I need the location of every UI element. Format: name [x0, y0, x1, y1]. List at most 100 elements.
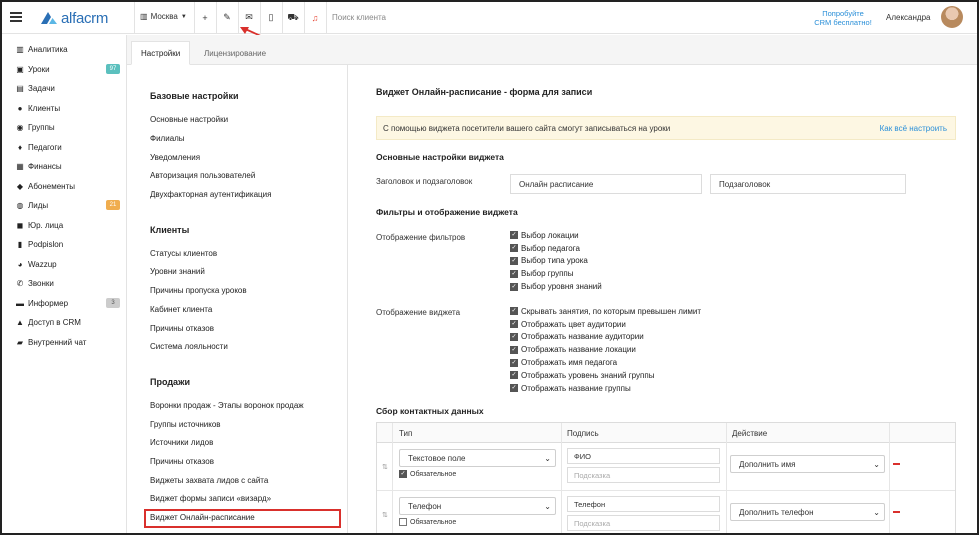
- type-select[interactable]: Телефон ⌄: [399, 497, 556, 515]
- tab-licensing[interactable]: Лицензирование: [195, 41, 275, 65]
- section-heading: Базовые настройки: [150, 91, 239, 101]
- settings-link[interactable]: Кабинет клиента: [150, 305, 212, 314]
- checkbox-option[interactable]: ✓ Выбор уровня знаний: [510, 280, 602, 293]
- sidebar-item[interactable]: ▣ Уроки 97: [2, 60, 126, 80]
- chevron-down-icon: ▼: [180, 13, 187, 20]
- table-row: ⇅ Текстовое поле ⌄ ✓ Обязательное ФИО По…: [377, 443, 955, 491]
- settings-link[interactable]: Уровни знаний: [150, 267, 205, 276]
- sidebar-item[interactable]: ▤ Задачи: [2, 79, 126, 99]
- avatar[interactable]: [941, 6, 963, 28]
- sidebar-item[interactable]: ◼ Юр. лица: [2, 216, 126, 236]
- sidebar-item[interactable]: ▮ Podpislon: [2, 235, 126, 255]
- checkbox-option[interactable]: ✓ Отображать название аудитории: [510, 331, 701, 344]
- settings-link[interactable]: Виджеты захвата лидов с сайта: [150, 476, 268, 485]
- page-title: Виджет Онлайн-расписание - форма для зап…: [376, 87, 593, 97]
- checkbox-label: Отображать цвет аудитории: [521, 319, 626, 329]
- settings-link[interactable]: Источники лидов: [150, 438, 213, 447]
- type-select-value: Текстовое поле: [408, 453, 466, 463]
- document-icon: ▮: [17, 240, 23, 250]
- how-to-link[interactable]: Как всё настроить: [880, 124, 947, 133]
- settings-link[interactable]: Уведомления: [150, 153, 200, 162]
- required-checkbox[interactable]: ✓ Обязательное: [399, 470, 456, 478]
- sidebar-item[interactable]: ◆ Абонементы: [2, 177, 126, 197]
- checkbox-option[interactable]: ✓ Отображать название локации: [510, 343, 701, 356]
- tab-settings[interactable]: Настройки: [131, 41, 191, 65]
- settings-link[interactable]: Авторизация пользователей: [150, 171, 255, 180]
- sidebar-item[interactable]: ◉ Группы: [2, 118, 126, 138]
- caption-input[interactable]: Телефон: [567, 496, 720, 512]
- remove-row-button[interactable]: [893, 511, 900, 513]
- leads-icon: ◍: [16, 201, 24, 211]
- checkbox-option[interactable]: ✓ Выбор группы: [510, 267, 602, 280]
- sidebar-item[interactable]: ▥ Аналитика: [2, 40, 126, 60]
- settings-link[interactable]: Статусы клиентов: [150, 249, 217, 258]
- settings-link[interactable]: Система лояльности: [150, 342, 228, 351]
- settings-link[interactable]: Причины пропуска уроков: [150, 286, 247, 295]
- subheader-input[interactable]: Подзаголовок: [710, 174, 906, 194]
- hint-input[interactable]: Подсказка: [567, 467, 720, 483]
- nav-badge: 21: [106, 200, 120, 210]
- settings-button[interactable]: ✎: [216, 2, 238, 33]
- checkbox-checked-icon: ✓: [510, 332, 518, 341]
- checkbox-option[interactable]: ✓ Отображать имя педагога: [510, 356, 701, 369]
- sidebar-item[interactable]: ▲ Доступ в CRM: [2, 313, 126, 333]
- caption-input[interactable]: ФИО: [567, 448, 720, 464]
- user-name[interactable]: Александра: [886, 13, 930, 22]
- checkbox-option[interactable]: ✓ Отображать цвет аудитории: [510, 318, 701, 331]
- nav-badge: 3: [106, 297, 120, 308]
- add-button[interactable]: +: [194, 2, 216, 33]
- settings-link[interactable]: Основные настройки: [150, 115, 228, 124]
- notifications-button[interactable]: ♫: [304, 2, 326, 33]
- settings-link[interactable]: Виджет формы записи «визард»: [150, 494, 271, 503]
- sidebar-item[interactable]: ♦ Педагоги: [2, 138, 126, 158]
- sidebar-item-label: Podpislon: [28, 240, 64, 250]
- chevron-down-icon: ⌄: [873, 460, 880, 469]
- checkbox-label: Отображать название локации: [521, 345, 636, 355]
- required-checkbox[interactable]: Обязательное: [399, 518, 456, 526]
- drag-handle-icon[interactable]: ⇅: [382, 511, 388, 519]
- checkbox-option[interactable]: ✓ Отображать уровень знаний группы: [510, 369, 701, 382]
- settings-link[interactable]: Группы источников: [150, 420, 221, 429]
- sidebar-item[interactable]: ▬ Информер 3: [2, 294, 126, 314]
- sidebar-item[interactable]: ◕ Wazzup: [2, 255, 126, 275]
- hint-input[interactable]: Подсказка: [567, 515, 720, 531]
- checkbox-label: Выбор уровня знаний: [521, 282, 602, 292]
- sidebar-item[interactable]: ▦ Финансы: [2, 157, 126, 177]
- checkbox-checked-icon: ✓: [510, 256, 518, 265]
- checkbox-option[interactable]: ✓ Выбор педагога: [510, 242, 602, 255]
- type-select[interactable]: Текстовое поле ⌄: [399, 449, 556, 467]
- settings-link[interactable]: Воронки продаж - Этапы воронок продаж: [150, 401, 304, 410]
- checkbox-label: Отображать название группы: [521, 383, 631, 393]
- sidebar-item[interactable]: ▰ Внутренний чат: [2, 333, 126, 353]
- checkbox-checked-icon: ✓: [510, 244, 518, 253]
- city-selector[interactable]: ▥ Москва ▼: [140, 12, 187, 21]
- widget-settings-panel: Виджет Онлайн-расписание - форма для зап…: [348, 65, 977, 533]
- menu-icon[interactable]: [10, 12, 22, 22]
- checkbox-option[interactable]: ✓ Выбор типа урока: [510, 255, 602, 268]
- checkbox-option[interactable]: ✓ Скрывать занятия, по которым превышен л…: [510, 305, 701, 318]
- checkbox-option[interactable]: ✓ Выбор локации: [510, 229, 602, 242]
- top-bar: alfacrm ▥ Москва ▼ + ✎ ✉ ▯ ⛟ ♫ Поиск кли…: [2, 2, 977, 34]
- promo-line-2: CRM бесплатно!: [814, 18, 872, 27]
- settings-link[interactable]: Двухфакторная аутентификация: [150, 190, 271, 199]
- sidebar-item[interactable]: ✆ Звонки: [2, 274, 126, 294]
- settings-link[interactable]: Причины отказов: [150, 324, 214, 333]
- settings-link[interactable]: Филиалы: [150, 134, 185, 143]
- settings-link[interactable]: Причины отказов: [150, 457, 214, 466]
- action-select[interactable]: Дополнить телефон ⌄: [730, 503, 885, 521]
- drag-handle-icon[interactable]: ⇅: [382, 463, 388, 471]
- checkbox-option[interactable]: ✓ Отображать название группы: [510, 382, 701, 395]
- column-header: Тип: [399, 429, 413, 438]
- sidebar-item[interactable]: ◍ Лиды 21: [2, 196, 126, 216]
- header-input[interactable]: Онлайн расписание: [510, 174, 702, 194]
- promo-link[interactable]: Попробуйте CRM бесплатно!: [812, 9, 874, 27]
- client-search-input[interactable]: Поиск клиента: [332, 13, 386, 22]
- section-heading: Продажи: [150, 377, 190, 387]
- logo[interactable]: alfacrm: [40, 9, 108, 27]
- checkbox-checked-icon: ✓: [510, 231, 518, 240]
- remove-row-button[interactable]: [893, 463, 900, 465]
- sidebar-item[interactable]: ● Клиенты: [2, 99, 126, 119]
- money-icon: ▦: [16, 162, 24, 172]
- action-select[interactable]: Дополнить имя ⌄: [730, 455, 885, 473]
- column-header: Действие: [732, 429, 768, 438]
